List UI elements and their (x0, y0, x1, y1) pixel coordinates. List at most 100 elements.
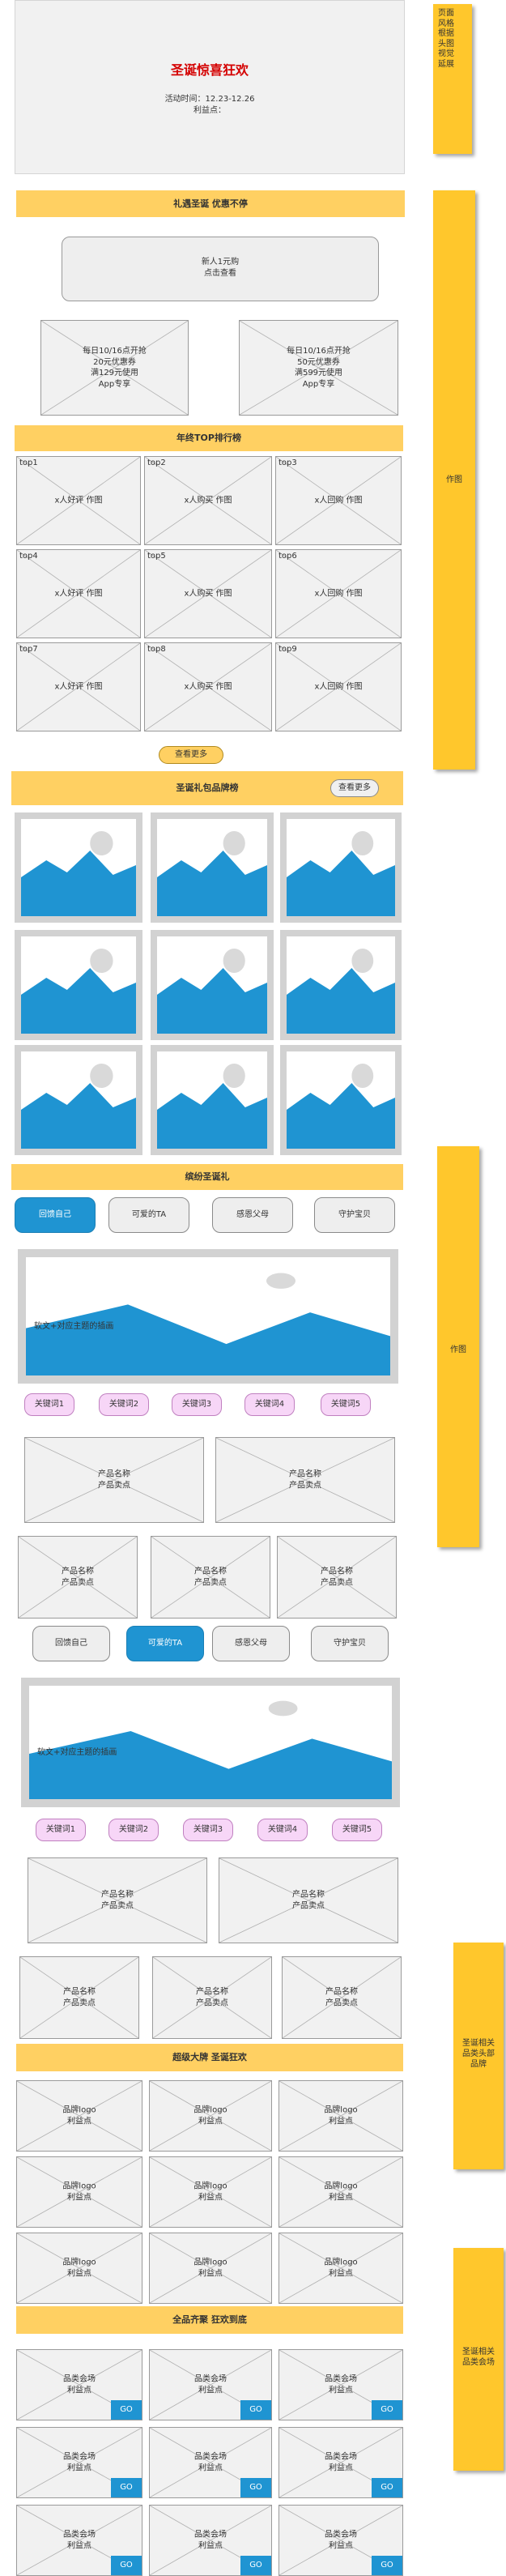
category-card[interactable]: 品类会场 利益点 GO (16, 2505, 142, 2576)
product-card-text: 产品卖点 (289, 1481, 321, 1490)
product-card[interactable]: 产品名称 产品卖点 (277, 1536, 397, 1619)
go-button[interactable]: GO (111, 2478, 142, 2497)
top-item[interactable]: x人购买 作图 top2 (144, 456, 272, 545)
product-card[interactable]: 产品名称 产品卖点 (28, 1857, 207, 1943)
go-button[interactable]: GO (111, 2556, 142, 2575)
category-card[interactable]: 品类会场 利益点 GO (16, 2427, 142, 2498)
gift-bag-image[interactable] (151, 812, 274, 923)
product-card[interactable]: 产品名称 产品卖点 (18, 1536, 138, 1619)
brand-card[interactable]: 品牌logo 利益点 (149, 2080, 272, 2152)
keyword-chip[interactable]: 关键词3 (172, 1393, 222, 1416)
section-header-gifts: 缤纷圣诞礼 (11, 1164, 403, 1190)
note-line: 品类头部 (462, 2049, 495, 2058)
newcomer-button[interactable]: 新人1元购 点击查看 (62, 237, 379, 301)
category-card[interactable]: 品类会场 利益点 GO (279, 2427, 403, 2498)
product-card[interactable]: 产品名称 产品卖点 (24, 1437, 204, 1523)
category-card-text: 利益点 (329, 2463, 353, 2472)
gift-bag-image[interactable] (15, 930, 142, 1040)
product-card[interactable]: 产品名称 产品卖点 (151, 1536, 270, 1619)
category-card[interactable]: 品类会场 利益点 GO (279, 2349, 403, 2420)
go-button[interactable]: GO (240, 2556, 271, 2575)
gift-tab[interactable]: 守护宝贝 (314, 1197, 395, 1233)
keyword-chip[interactable]: 关键词1 (36, 1819, 86, 1841)
brand-card[interactable]: 品牌logo 利益点 (16, 2080, 142, 2152)
go-button[interactable]: GO (372, 2478, 402, 2497)
keyword-chip[interactable]: 关键词2 (108, 1819, 159, 1841)
theme-illustration[interactable]: 软文+对应主题的插画 (21, 1678, 400, 1807)
category-card[interactable]: 品类会场 利益点 GO (279, 2505, 403, 2576)
go-button[interactable]: GO (372, 2556, 402, 2575)
gift-bag-image[interactable] (280, 930, 402, 1040)
gift-bag-image[interactable] (15, 812, 142, 923)
product-card[interactable]: 产品名称 产品卖点 (282, 1956, 402, 2039)
brand-card[interactable]: 品牌logo 利益点 (16, 2233, 142, 2304)
category-card[interactable]: 品类会场 利益点 GO (149, 2427, 272, 2498)
top-item[interactable]: x人好评 作图 top4 (16, 549, 141, 638)
newcomer-line: 点击查看 (204, 269, 236, 278)
product-card-text: 产品卖点 (292, 1901, 325, 1910)
keyword-chip[interactable]: 关键词5 (321, 1393, 371, 1416)
gift-tab[interactable]: 可爱的TA (108, 1197, 189, 1233)
brand-card[interactable]: 品牌logo 利益点 (16, 2156, 142, 2228)
gift-tab[interactable]: 可爱的TA (126, 1626, 204, 1661)
top-item-text: x人回购 作图 (314, 589, 363, 599)
landscape-icon (21, 949, 136, 1034)
theme-illustration[interactable]: 软文+对应主题的插画 (18, 1249, 398, 1384)
gift-bag-image[interactable] (151, 930, 274, 1040)
brand-card[interactable]: 品牌logo 利益点 (149, 2156, 272, 2228)
gift-tab[interactable]: 感恩父母 (212, 1626, 290, 1661)
bags-more-button[interactable]: 查看更多 (330, 779, 379, 797)
product-card-text: 产品卖点 (194, 1578, 227, 1587)
keyword-chip[interactable]: 关键词5 (332, 1819, 382, 1841)
gift-bag-image[interactable] (15, 1045, 142, 1155)
keyword-chip[interactable]: 关键词2 (99, 1393, 149, 1416)
gift-bag-image[interactable] (280, 812, 402, 923)
top-item[interactable]: x人好评 作图 top7 (16, 642, 141, 731)
top-item[interactable]: x人回购 作图 top3 (275, 456, 402, 545)
go-button[interactable]: GO (372, 2400, 402, 2420)
gift-tab[interactable]: 守护宝贝 (311, 1626, 389, 1661)
top-item[interactable]: x人回购 作图 top9 (275, 642, 402, 731)
category-card-text: 利益点 (67, 2463, 91, 2472)
brand-card[interactable]: 品牌logo 利益点 (279, 2156, 403, 2228)
product-card[interactable]: 产品名称 产品卖点 (19, 1956, 139, 2039)
rank-tag: top5 (147, 552, 166, 561)
coupon-line: 20元优惠券 (93, 357, 136, 367)
go-button[interactable]: GO (240, 2478, 271, 2497)
top-item[interactable]: x人购买 作图 top5 (144, 549, 272, 638)
product-card[interactable]: 产品名称 产品卖点 (219, 1857, 398, 1943)
note-text: 作图 (450, 1346, 466, 1354)
gift-bag-image[interactable] (151, 1045, 274, 1155)
gift-bag-image[interactable] (280, 1045, 402, 1155)
product-card[interactable]: 产品名称 产品卖点 (152, 1956, 272, 2039)
note-line: 圣诞相关 (462, 2039, 495, 2048)
product-card-text: 产品名称 (63, 1987, 96, 1997)
go-button[interactable]: GO (240, 2400, 271, 2420)
coupon-card[interactable]: 每日10/16点开抢 50元优惠券 满599元使用 App专享 (239, 320, 398, 416)
category-card-text: 利益点 (329, 2386, 353, 2395)
keyword-chip[interactable]: 关键词3 (183, 1819, 233, 1841)
category-card-text: 品类会场 (325, 2452, 357, 2462)
category-card[interactable]: 品类会场 利益点 GO (149, 2349, 272, 2420)
keyword-chip[interactable]: 关键词1 (24, 1393, 74, 1416)
keyword-chip[interactable]: 关键词4 (257, 1819, 308, 1841)
coupon-card[interactable]: 每日10/16点开抢 20元优惠券 满129元使用 App专享 (40, 320, 189, 416)
top-more-button[interactable]: 查看更多 (159, 746, 223, 764)
category-card[interactable]: 品类会场 利益点 GO (149, 2505, 272, 2576)
brand-card-text: 品牌logo (324, 2181, 358, 2191)
gift-tab[interactable]: 回馈自己 (15, 1197, 96, 1233)
top-item[interactable]: x人购买 作图 top8 (144, 642, 272, 731)
go-button[interactable]: GO (111, 2400, 142, 2420)
product-card[interactable]: 产品名称 产品卖点 (215, 1437, 395, 1523)
brand-card[interactable]: 品牌logo 利益点 (279, 2233, 403, 2304)
note-line: 品类会场 (462, 2358, 495, 2367)
top-item[interactable]: x人好评 作图 top1 (16, 456, 141, 545)
brand-card[interactable]: 品牌logo 利益点 (149, 2233, 272, 2304)
category-card[interactable]: 品类会场 利益点 GO (16, 2349, 142, 2420)
gift-tab[interactable]: 感恩父母 (212, 1197, 293, 1233)
keyword-chip[interactable]: 关键词4 (244, 1393, 295, 1416)
hero-banner: 圣诞惊喜狂欢 活动时间：12.23-12.26 利益点： (15, 0, 405, 174)
brand-card[interactable]: 品牌logo 利益点 (279, 2080, 403, 2152)
top-item[interactable]: x人回购 作图 top6 (275, 549, 402, 638)
gift-tab[interactable]: 回馈自己 (32, 1626, 110, 1661)
